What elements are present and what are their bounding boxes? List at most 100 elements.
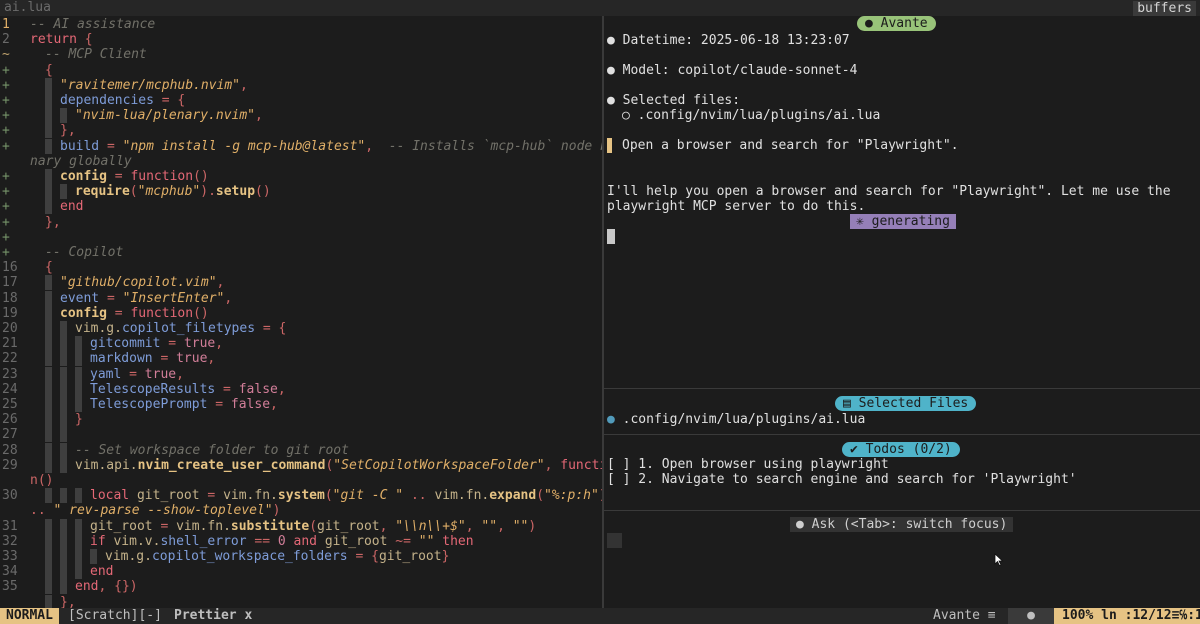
- code-line[interactable]: },: [45, 215, 61, 230]
- code-token: functio: [560, 457, 602, 473]
- code-token: copilot_filetypes: [121, 321, 256, 336]
- bullet-icon: ●: [607, 33, 623, 48]
- code-line[interactable]: "github/copilot.vim",: [60, 275, 224, 290]
- code-line[interactable]: yaml = true,: [90, 367, 184, 382]
- code-line[interactable]: markdown = true,: [90, 351, 215, 366]
- code-line[interactable]: end, {}): [75, 579, 138, 594]
- code-token: "ravitemer/mcphub.nvim": [60, 77, 241, 93]
- code-line[interactable]: git_root = vim.fn.substitute(git_root, "…: [90, 519, 536, 534]
- code-token: false: [238, 381, 278, 397]
- indent-guide: [60, 108, 67, 124]
- indent-guide: [45, 123, 52, 139]
- indent-guide: [45, 93, 52, 108]
- buffers-button[interactable]: buffers: [1133, 1, 1196, 16]
- code-token: git_root: [324, 533, 388, 549]
- indent-guide: [75, 351, 82, 367]
- code-token: "nvim-lua/plenary.nvim": [75, 108, 256, 124]
- code-token: gitcommit: [90, 336, 161, 352]
- code-line[interactable]: vim.g.copilot_workspace_folders = {git_r…: [105, 549, 449, 564]
- indent-guide: [45, 457, 52, 473]
- code-line[interactable]: end: [60, 199, 83, 214]
- code-token: =: [106, 169, 131, 184]
- code-token: nary globally: [30, 153, 132, 169]
- code-token: =: [160, 336, 184, 352]
- line-number: 18: [2, 290, 18, 306]
- code-line[interactable]: "nvim-lua/plenary.nvim",: [75, 108, 263, 123]
- code-editor[interactable]: 1 2 ~ + + + + + + + + + + + +16 17 18 19 20 21 22 23 24 25 26 27 2…: [0, 16, 602, 608]
- code-line[interactable]: {: [45, 63, 53, 78]
- code-line[interactable]: nary globally: [30, 154, 132, 169]
- code-line[interactable]: build = "npm install -g mcp-hub@latest",…: [60, 139, 602, 154]
- code-token: vim.g.: [75, 321, 122, 336]
- code-line[interactable]: vim.api.nvim_create_user_command("SetCop…: [75, 458, 602, 473]
- code-token: function: [130, 305, 194, 321]
- code-line[interactable]: {: [45, 260, 53, 275]
- selected-file-item: ○ .config/nvim/lua/plugins/ai.lua: [622, 108, 880, 123]
- code-token: git_root: [378, 549, 442, 564]
- separator: [604, 388, 1200, 389]
- code-token: git_root: [136, 488, 200, 504]
- indent-guide: [60, 442, 67, 458]
- code-line[interactable]: config = function(): [60, 306, 209, 321]
- code-line[interactable]: -- Copilot: [45, 245, 123, 260]
- scroll-percent: 100%: [1062, 608, 1094, 623]
- line-number: +: [2, 214, 10, 230]
- code-line[interactable]: .. " rev-parse --show-toplevel"): [30, 503, 280, 518]
- code-line[interactable]: vim.g.copilot_filetypes = {: [75, 321, 286, 336]
- code-line[interactable]: n(): [30, 473, 53, 488]
- indent-guide: [60, 533, 67, 549]
- code-token: config: [60, 169, 107, 184]
- todo-item[interactable]: [ ] 1. Open browser using playwright: [607, 457, 889, 472]
- line-number: 19: [2, 305, 18, 321]
- code-line[interactable]: end: [90, 564, 113, 579]
- datetime-text: Datetime: 2025-06-18 13:23:07: [622, 33, 850, 48]
- code-token: ,: [240, 77, 248, 93]
- code-token: end: [60, 199, 84, 215]
- code-line[interactable]: require("mcphub").setup(): [75, 184, 271, 199]
- tab-current-file[interactable]: ai.lua: [0, 0, 55, 16]
- code-token: vim.fn.: [434, 488, 490, 504]
- code-token: ,: [277, 381, 286, 397]
- code-line[interactable]: return {: [30, 32, 93, 47]
- code-token: =: [99, 290, 123, 306]
- code-line[interactable]: gitcommit = true,: [90, 336, 223, 351]
- code-token: ): [528, 518, 537, 534]
- ask-input[interactable]: [607, 533, 622, 548]
- indent-guide: [45, 199, 52, 215]
- code-token: (: [129, 184, 138, 200]
- code-line[interactable]: -- Set workspace folder to git root: [75, 443, 349, 458]
- code-line[interactable]: },: [60, 123, 76, 138]
- line-number: 1: [2, 17, 10, 32]
- indent-guide: [45, 305, 52, 321]
- model-line: ● Model: copilot/claude-sonnet-4: [607, 63, 857, 78]
- code-token: config: [60, 305, 107, 321]
- code-line[interactable]: event = "InsertEnter",: [60, 291, 232, 306]
- selected-files-heading-text: Selected files:: [622, 93, 741, 108]
- code-token: },: [60, 594, 76, 608]
- indent-guide: [45, 77, 52, 93]
- code-line[interactable]: }: [75, 412, 83, 427]
- buffer-name: [Scratch][-]: [68, 608, 162, 623]
- selected-files-entry[interactable]: ● .config/nvim/lua/plugins/ai.lua: [607, 412, 865, 427]
- code-line[interactable]: config = function(): [60, 169, 209, 184]
- code-line[interactable]: if vim.v.shell_error == 0 and git_root ~…: [90, 534, 474, 549]
- line-number: +: [2, 108, 10, 124]
- indent-guide: [45, 488, 52, 504]
- code-token: "git -C ": [332, 488, 404, 504]
- code-line[interactable]: -- AI assistance: [30, 17, 155, 32]
- line-number: 35: [2, 579, 18, 595]
- code-line[interactable]: TelescopePrompt = false,: [90, 397, 278, 412]
- code-line[interactable]: dependencies = {: [60, 93, 185, 108]
- line-number: 33: [2, 549, 18, 564]
- code-line[interactable]: local git_root = vim.fn.system("git -C "…: [90, 488, 602, 503]
- code-token: event: [60, 290, 100, 306]
- line-number: 27: [2, 427, 18, 443]
- code-token: =: [207, 397, 231, 412]
- code-line[interactable]: -- MCP Client: [45, 47, 147, 62]
- code-line[interactable]: "ravitemer/mcphub.nvim",: [60, 78, 248, 93]
- code-line[interactable]: TelescopeResults = false,: [90, 382, 286, 397]
- code-line[interactable]: },: [60, 595, 76, 608]
- todo-item[interactable]: [ ] 2. Navigate to search engine and sea…: [607, 472, 1077, 487]
- indent-guide: [45, 397, 52, 412]
- code-token: system: [277, 488, 325, 504]
